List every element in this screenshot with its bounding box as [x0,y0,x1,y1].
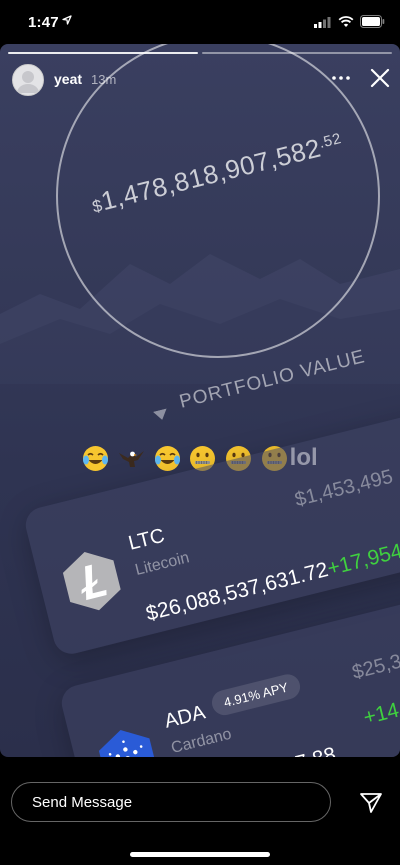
default-avatar-icon [17,71,39,93]
dropdown-triangle-icon [152,408,167,420]
tears-of-joy-emoji-icon [154,446,180,472]
tears-of-joy-emoji-icon [83,446,109,472]
asset-ticker: LTC [126,524,167,555]
litecoin-logo-icon [62,552,121,611]
avatar[interactable] [12,64,44,96]
send-paper-plane-icon[interactable] [359,792,383,814]
asset-price: $25,3 [350,650,400,684]
status-bar: 1:47 [0,0,400,44]
asset-change: +17,954 [325,539,400,581]
asset-name: Litecoin [133,549,192,580]
eagle-emoji-icon [118,451,144,468]
portfolio-total-cents: .52 [317,130,344,152]
wifi-icon [338,16,354,27]
asset-change: +14,5 [361,694,400,730]
home-indicator [130,852,270,857]
signal-icon [314,17,331,28]
location-arrow-icon [62,15,72,25]
apy-badge: 4.91% APY [209,671,303,718]
close-icon[interactable] [370,68,390,88]
story-viewer[interactable]: yeat 13m $1,478,818,907,582.52 PORTFOLIO… [0,44,400,757]
clock: 1:47 [28,14,59,31]
send-message-placeholder: Send Message [32,794,133,811]
story-username[interactable]: yeat [54,71,82,87]
battery-icon [360,15,385,28]
asset-ticker: ADA [162,701,208,733]
asset-price: $1,453,495 [292,465,396,512]
more-options-icon[interactable] [332,76,350,80]
cardano-logo-icon [98,730,157,757]
